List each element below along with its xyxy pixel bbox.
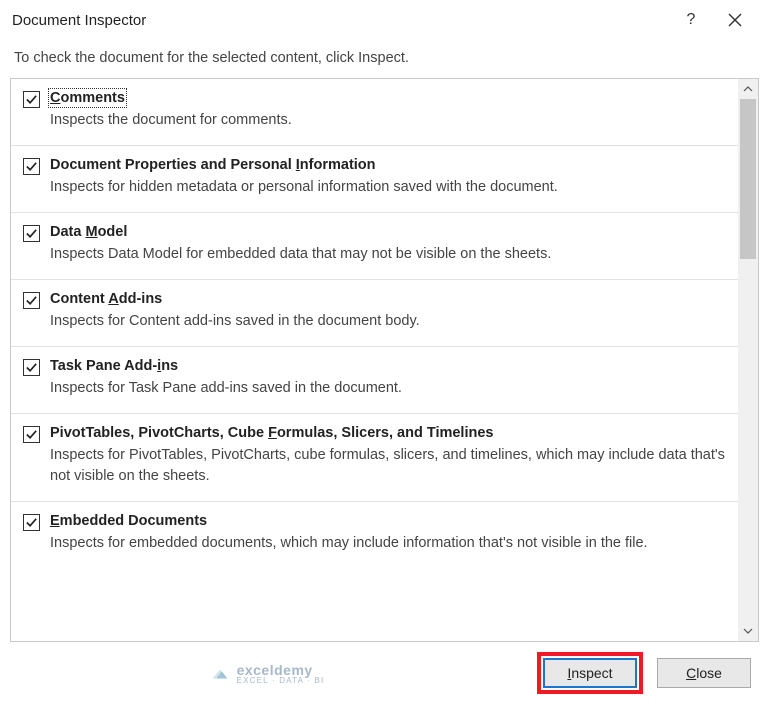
item-body: PivotTables, PivotCharts, Cube Formulas,… [50, 424, 726, 487]
checkmark-icon [25, 516, 38, 529]
document-inspector-dialog: Document Inspector ? To check the docume… [0, 0, 767, 708]
inspection-item: Task Pane Add-ins Inspects for Task Pane … [11, 347, 738, 414]
checkbox[interactable] [23, 158, 40, 175]
watermark: exceldemy EXCEL · DATA · BI [10, 662, 523, 685]
window-close-button[interactable] [713, 5, 757, 35]
inspection-item: PivotTables, PivotCharts, Cube Formulas,… [11, 414, 738, 502]
item-description: Inspects Data Model for embedded data th… [50, 244, 726, 265]
scroll-thumb[interactable] [740, 99, 756, 259]
checkmark-icon [25, 160, 38, 173]
inspect-button[interactable]: Inspect [543, 658, 637, 688]
inspect-button-highlight: Inspect [537, 652, 643, 694]
scroll-up-button[interactable] [738, 79, 758, 99]
item-body: Comments Inspects the document for commen… [50, 89, 726, 131]
checkmark-icon [25, 428, 38, 441]
checkbox[interactable] [23, 225, 40, 242]
inspection-item: Document Properties and Personal Informa… [11, 146, 738, 213]
item-title: Content Add-ins [50, 291, 162, 307]
exceldemy-logo-icon [209, 662, 231, 684]
item-body: Task Pane Add-ins Inspects for Task Pane … [50, 357, 726, 399]
titlebar: Document Inspector ? [0, 0, 767, 40]
checkbox[interactable] [23, 292, 40, 309]
checkbox[interactable] [23, 91, 40, 108]
close-icon [728, 13, 742, 27]
scroll-down-button[interactable] [738, 621, 758, 641]
instruction-text: To check the document for the selected c… [0, 40, 767, 78]
inspection-item: Comments Inspects the document for commen… [11, 79, 738, 146]
checkmark-icon [25, 93, 38, 106]
item-description: Inspects the document for comments. [50, 110, 726, 131]
checkbox[interactable] [23, 359, 40, 376]
help-button[interactable]: ? [669, 5, 713, 35]
scrollbar[interactable] [738, 79, 758, 641]
item-title: PivotTables, PivotCharts, Cube Formulas,… [50, 425, 493, 441]
item-description: Inspects for Task Pane add-ins saved in … [50, 378, 726, 399]
checkmark-icon [25, 227, 38, 240]
inspection-list: Comments Inspects the document for commen… [11, 79, 738, 641]
item-body: Content Add-ins Inspects for Content add-… [50, 290, 726, 332]
checkbox[interactable] [23, 426, 40, 443]
checkmark-icon [25, 361, 38, 374]
help-icon: ? [687, 11, 696, 29]
close-mnemonic: C [686, 665, 696, 681]
inspection-item: Embedded Documents Inspects for embedded … [11, 502, 738, 568]
close-button[interactable]: Close [657, 658, 751, 688]
checkbox[interactable] [23, 514, 40, 531]
inspection-item: Data Model Inspects Data Model for embedd… [11, 213, 738, 280]
item-title: Data Model [50, 224, 127, 240]
item-description: Inspects for embedded documents, which m… [50, 533, 726, 554]
inspection-list-container: Comments Inspects the document for commen… [10, 78, 759, 642]
chevron-up-icon [743, 86, 753, 92]
item-body: Document Properties and Personal Informa… [50, 156, 726, 198]
item-title: Embedded Documents [50, 513, 207, 529]
item-title: Task Pane Add-ins [50, 358, 178, 374]
dialog-footer: exceldemy EXCEL · DATA · BI Inspect Clos… [0, 642, 767, 708]
watermark-tagline: EXCEL · DATA · BI [237, 676, 325, 685]
dialog-title: Document Inspector [12, 12, 669, 29]
item-body: Data Model Inspects Data Model for embedd… [50, 223, 726, 265]
item-description: Inspects for hidden metadata or personal… [50, 177, 726, 198]
inspection-item: Content Add-ins Inspects for Content add-… [11, 280, 738, 347]
checkmark-icon [25, 294, 38, 307]
item-title: Comments [50, 90, 125, 106]
item-body: Embedded Documents Inspects for embedded … [50, 512, 726, 554]
item-description: Inspects for PivotTables, PivotCharts, c… [50, 445, 726, 487]
chevron-down-icon [743, 628, 753, 634]
item-description: Inspects for Content add-ins saved in th… [50, 311, 726, 332]
item-title: Document Properties and Personal Informa… [50, 157, 376, 173]
